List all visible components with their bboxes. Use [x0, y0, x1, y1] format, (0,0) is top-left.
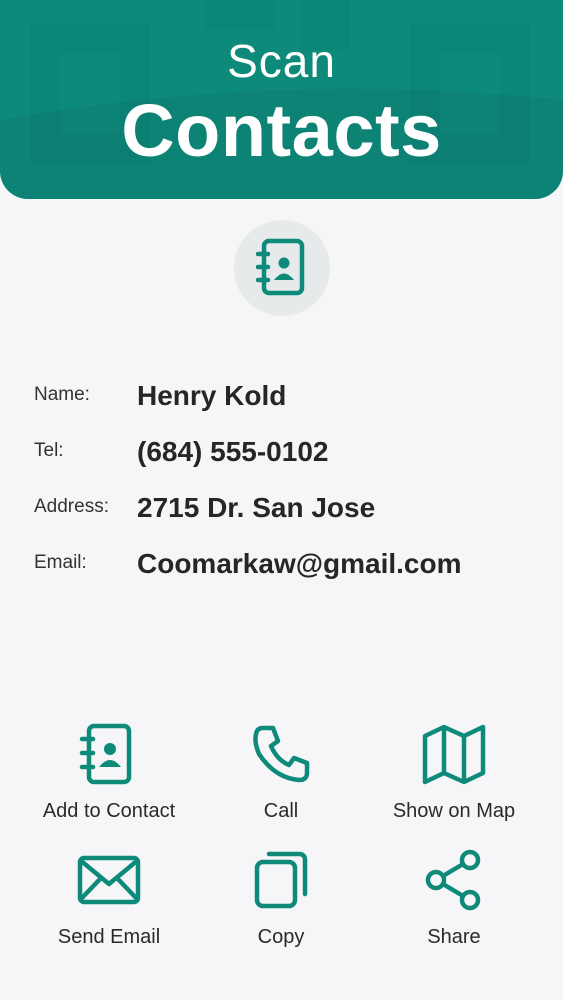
- share-label: Share: [427, 926, 481, 948]
- map-icon: [422, 724, 486, 785]
- header-title-contacts: Contacts: [121, 89, 442, 172]
- show-on-map-label: Show on Map: [392, 800, 516, 822]
- call-button[interactable]: Call: [191, 722, 371, 823]
- address-book-icon: [256, 238, 305, 296]
- tel-label: Tel:: [34, 440, 64, 461]
- email-row: Email: Coomarkaw@gmail.com: [34, 538, 544, 594]
- show-on-map-button[interactable]: Show on Map: [364, 722, 544, 823]
- address-label: Address:: [34, 496, 109, 517]
- address-value: 2715 Dr. San Jose: [137, 492, 376, 523]
- add-to-contact-label: Add to Contact: [42, 800, 176, 822]
- email-label: Email:: [34, 552, 87, 573]
- name-value: Henry Kold: [137, 380, 287, 411]
- name-row: Name: Henry Kold: [34, 370, 544, 426]
- name-label: Name:: [34, 384, 90, 405]
- tel-row: Tel: (684) 555-0102: [34, 426, 544, 482]
- email-value: Coomarkaw@gmail.com: [137, 548, 462, 579]
- copy-icon: [254, 851, 308, 909]
- tel-value: (684) 555-0102: [137, 436, 329, 467]
- copy-button[interactable]: Copy: [191, 848, 371, 949]
- share-icon: [425, 849, 481, 911]
- mail-icon: [77, 855, 141, 905]
- send-email-button[interactable]: Send Email: [19, 848, 199, 949]
- contact-details: Name: Henry Kold Tel: (684) 555-0102 Add…: [34, 370, 544, 594]
- contact-type-badge: [234, 220, 330, 316]
- phone-icon: [253, 725, 310, 783]
- copy-label: Copy: [257, 926, 305, 948]
- share-button[interactable]: Share: [364, 848, 544, 949]
- send-email-label: Send Email: [57, 926, 161, 948]
- header-title-scan: Scan: [227, 35, 336, 87]
- header-banner: Scan Contacts: [0, 0, 563, 199]
- add-to-contact-button[interactable]: Add to Contact: [19, 722, 199, 823]
- address-book-icon: [79, 723, 132, 785]
- address-row: Address: 2715 Dr. San Jose: [34, 482, 544, 538]
- call-label: Call: [263, 800, 299, 822]
